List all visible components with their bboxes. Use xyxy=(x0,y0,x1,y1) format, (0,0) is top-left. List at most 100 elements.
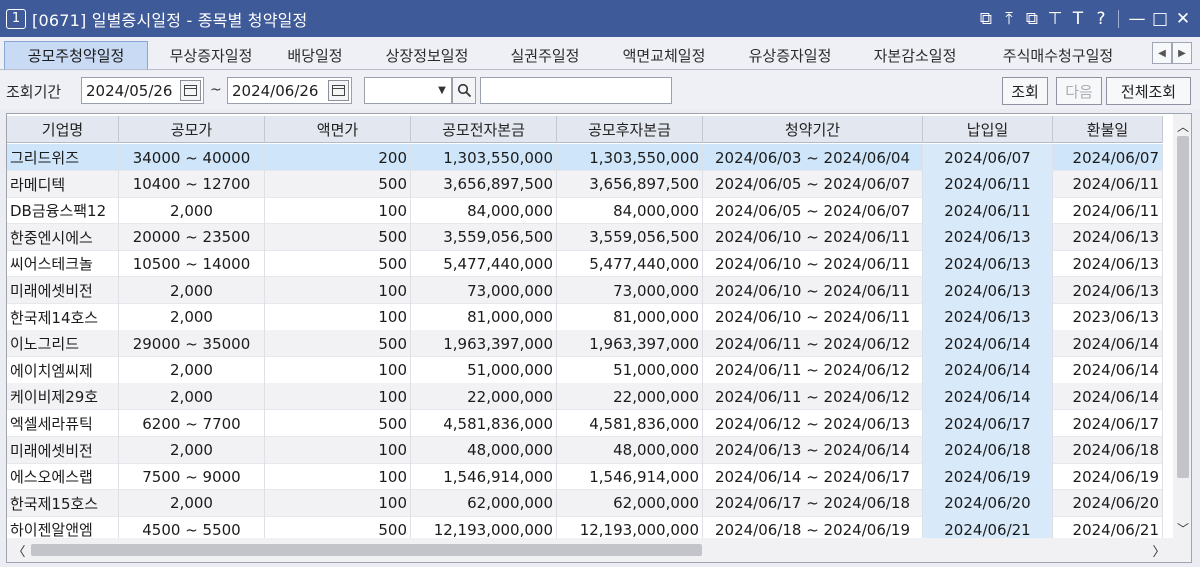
minimize-icon[interactable]: — xyxy=(1126,8,1148,30)
col-refund-date: 2024/06/13 xyxy=(1053,250,1163,278)
tab-listing-info[interactable]: 상장정보일정 xyxy=(362,41,492,69)
window-number-badge[interactable]: 1 xyxy=(6,8,26,29)
col-payment-date: 2024/06/20 xyxy=(923,489,1053,517)
col-refund-date: 2024/06/17 xyxy=(1053,410,1163,437)
market-combo[interactable]: ▼ xyxy=(364,77,452,104)
table-row[interactable]: 라메디텍 10400 ~ 12700 500 3,656,897,500 3,656,8… xyxy=(7,170,1163,198)
tab-forfeited-shares[interactable]: 실권주일정 xyxy=(493,41,597,69)
table-row[interactable]: 미래에셋비전 2,000 100 73,000,000 73,000,000 2024/0… xyxy=(7,277,1163,304)
col-post-ipo-capital-header[interactable]: 공모후자본금 xyxy=(557,116,703,143)
col-offer-price: 2,000 xyxy=(119,303,265,331)
col-subscription-period-header[interactable]: 청약기간 xyxy=(703,116,923,143)
search-button[interactable]: 조회 xyxy=(1002,77,1048,105)
tab-par-value-change[interactable]: 액면교체일정 xyxy=(600,41,728,69)
search-all-button[interactable]: 전체조회 xyxy=(1106,77,1191,105)
col-par-value: 100 xyxy=(265,383,411,411)
tile-window-icon[interactable]: ⧉ xyxy=(1021,8,1043,30)
table-row[interactable]: 이노그리드 29000 ~ 35000 500 1,963,397,000 1,963,… xyxy=(7,330,1163,358)
col-post-ipo-capital: 62,000,000 xyxy=(557,489,703,517)
col-refund-date-header[interactable]: 환불일 xyxy=(1053,116,1163,143)
help-icon[interactable]: ? xyxy=(1090,8,1112,30)
calendar-icon[interactable] xyxy=(328,80,349,101)
title-bar-divider xyxy=(1118,9,1119,28)
table-row[interactable]: 한중엔시에스 20000 ~ 23500 500 3,559,056,500 3,559… xyxy=(7,223,1163,251)
col-pre-ipo-capital: 1,303,550,000 xyxy=(411,144,557,171)
col-pre-ipo-capital: 48,000,000 xyxy=(411,436,557,464)
table-row[interactable]: DB금융스팩12 2,000 100 84,000,000 84,000,000 2024… xyxy=(7,197,1163,225)
col-post-ipo-capital: 48,000,000 xyxy=(557,436,703,464)
tab-dividend[interactable]: 배당일정 xyxy=(270,41,360,69)
col-payment-date: 2024/06/13 xyxy=(923,277,1053,304)
table-row[interactable]: 에이치엠씨제 2,000 100 51,000,000 51,000,000 2024/0… xyxy=(7,356,1163,384)
col-refund-date: 2024/06/20 xyxy=(1053,489,1163,517)
col-refund-date: 2024/06/11 xyxy=(1053,197,1163,225)
col-company-name: 에이치엠씨제 xyxy=(7,356,119,384)
col-company-name-header[interactable]: 기업명 xyxy=(7,116,119,143)
calendar-icon[interactable] xyxy=(180,80,201,101)
tab-scroll-right-button[interactable]: ▶ xyxy=(1172,42,1192,64)
col-company-name: 한중엔시에스 xyxy=(7,223,119,251)
title-bar: 1 [0671] 일별증시일정 - 종목별 청약일정 ⧉ ⤒ ⧉ ⊤ T ? —… xyxy=(0,0,1200,37)
col-pre-ipo-capital-header[interactable]: 공모전자본금 xyxy=(411,116,557,143)
col-offer-price: 20000 ~ 23500 xyxy=(119,223,265,251)
col-offer-price: 2,000 xyxy=(119,436,265,464)
tab-bonus-issue[interactable]: 무상증자일정 xyxy=(152,41,270,69)
tab-capital-reduction[interactable]: 자본감소일정 xyxy=(852,41,978,69)
chevron-down-icon[interactable]: ▼ xyxy=(433,78,451,103)
table-row[interactable]: 엑셀세라퓨틱 6200 ~ 7700 500 4,581,836,000 4,581,8… xyxy=(7,410,1163,437)
col-pre-ipo-capital: 84,000,000 xyxy=(411,197,557,225)
search-icon[interactable] xyxy=(452,77,476,104)
vertical-scrollbar[interactable]: ︿ ﹀ xyxy=(1173,114,1191,538)
col-offer-price: 2,000 xyxy=(119,356,265,384)
horizontal-scroll-thumb[interactable] xyxy=(31,544,702,556)
col-subscription-period: 2024/06/10 ~ 2024/06/11 xyxy=(703,277,923,304)
font-T-icon[interactable]: T xyxy=(1067,8,1089,30)
horizontal-scrollbar[interactable]: 〈 〉 xyxy=(7,538,1173,562)
col-payment-date-header[interactable]: 납입일 xyxy=(923,116,1053,143)
col-payment-date: 2024/06/13 xyxy=(923,303,1053,331)
table-row[interactable]: 한국제15호스 2,000 100 62,000,000 62,000,000 2024/… xyxy=(7,489,1163,517)
col-pre-ipo-capital: 51,000,000 xyxy=(411,356,557,384)
scroll-left-icon[interactable]: 〈 xyxy=(9,540,29,560)
scroll-right-icon[interactable]: 〉 xyxy=(1149,540,1169,560)
table-row[interactable]: 씨어스테크놀 10500 ~ 14000 500 5,477,440,000 5,477… xyxy=(7,250,1163,278)
col-post-ipo-capital: 22,000,000 xyxy=(557,383,703,411)
col-pre-ipo-capital: 4,581,836,000 xyxy=(411,410,557,437)
tab-appraisal-right[interactable]: 주식매수청구일정 xyxy=(976,41,1140,69)
col-subscription-period: 2024/06/12 ~ 2024/06/13 xyxy=(703,410,923,437)
next-button[interactable]: 다음 xyxy=(1056,77,1102,105)
start-date-field[interactable]: 2024/05/26 xyxy=(81,77,204,104)
pin-top-icon[interactable]: ⤒ xyxy=(998,8,1020,30)
table-row[interactable]: 케이비제29호 2,000 100 22,000,000 22,000,000 2024/… xyxy=(7,383,1163,411)
table-row[interactable]: 그리드위즈 34000 ~ 40000 200 1,303,550,000 1,303,… xyxy=(7,144,1163,171)
table-row[interactable]: 에스오에스랩 7500 ~ 9000 100 1,546,914,000 1,546,9… xyxy=(7,463,1163,491)
scroll-up-icon[interactable]: ︿ xyxy=(1173,116,1191,136)
tab-rights-offering[interactable]: 유상증자일정 xyxy=(726,41,854,69)
maximize-icon[interactable]: □ xyxy=(1149,8,1171,30)
pushpin-icon[interactable]: ⊤ xyxy=(1044,8,1066,30)
col-company-name: 한국제14호스 xyxy=(7,303,119,331)
close-icon[interactable]: ✕ xyxy=(1172,8,1194,30)
scroll-down-icon[interactable]: ﹀ xyxy=(1173,518,1191,538)
col-company-name: 한국제15호스 xyxy=(7,489,119,517)
tab-ipo-subscription[interactable]: 공모주청약일정 xyxy=(4,41,148,69)
end-date-field[interactable]: 2024/06/26 xyxy=(227,77,352,104)
col-post-ipo-capital: 73,000,000 xyxy=(557,277,703,304)
start-date-value: 2024/05/26 xyxy=(86,81,173,100)
restore-window-icon[interactable]: ⧉ xyxy=(975,8,997,30)
col-refund-date: 2024/06/13 xyxy=(1053,277,1163,304)
col-par-value-header[interactable]: 액면가 xyxy=(265,116,411,143)
col-pre-ipo-capital: 62,000,000 xyxy=(411,489,557,517)
col-par-value: 100 xyxy=(265,277,411,304)
company-name-input[interactable] xyxy=(480,77,672,104)
col-subscription-period: 2024/06/05 ~ 2024/06/07 xyxy=(703,170,923,198)
col-subscription-period: 2024/06/05 ~ 2024/06/07 xyxy=(703,197,923,225)
table-row[interactable]: 미래에셋비전 2,000 100 48,000,000 48,000,000 2024/0… xyxy=(7,436,1163,464)
tab-scroll-left-button[interactable]: ◀ xyxy=(1152,42,1172,64)
col-offer-price-header[interactable]: 공모가 xyxy=(119,116,265,143)
vertical-scroll-thumb[interactable] xyxy=(1177,136,1189,478)
table-row[interactable]: 한국제14호스 2,000 100 81,000,000 81,000,000 2024/… xyxy=(7,303,1163,331)
col-subscription-period: 2024/06/03 ~ 2024/06/04 xyxy=(703,144,923,171)
col-refund-date: 2024/06/11 xyxy=(1053,170,1163,198)
col-refund-date: 2024/06/19 xyxy=(1053,463,1163,491)
